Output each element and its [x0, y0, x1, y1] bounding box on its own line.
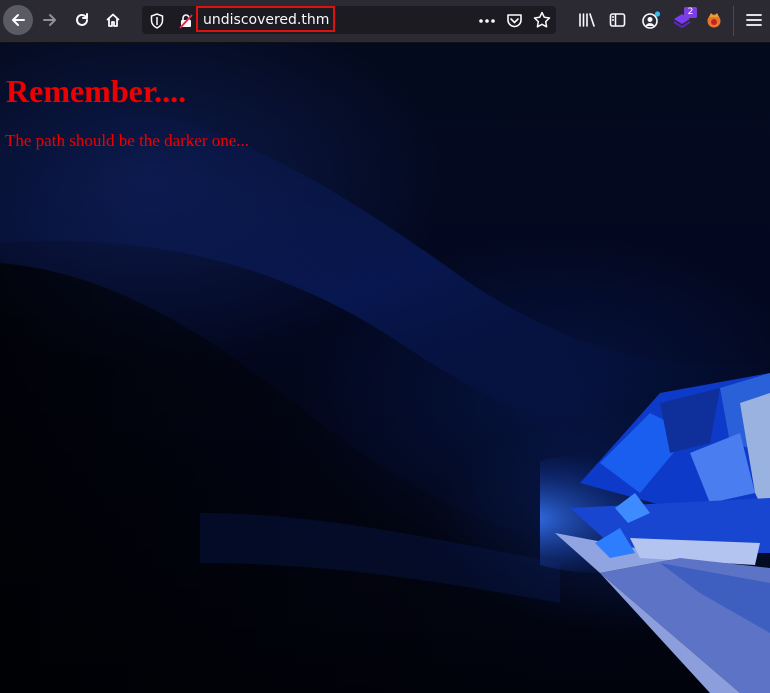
menu-icon[interactable]	[746, 13, 762, 27]
extension-badge: 2	[684, 7, 697, 18]
reload-icon	[76, 13, 88, 26]
pocket-icon[interactable]	[506, 12, 523, 29]
page-heading: Remember....	[6, 73, 187, 109]
url-text[interactable]: undiscovered.thm	[203, 11, 329, 29]
browser-toolbar: undiscovered.thm 2	[0, 0, 770, 43]
home-icon	[106, 13, 120, 27]
forward-arrow-icon	[43, 14, 56, 26]
back-button[interactable]	[3, 5, 33, 35]
sidebar-icon[interactable]	[609, 12, 626, 28]
reload-button[interactable]	[67, 5, 97, 35]
hint-text: The path should be the darker one...	[5, 131, 250, 150]
insecure-lock-icon[interactable]	[178, 13, 194, 29]
diamond-image	[540, 373, 770, 693]
page-viewport: Remember.... The path should be the dark…	[0, 43, 770, 693]
tracking-shield-icon[interactable]	[150, 13, 164, 29]
extension-fox-icon[interactable]	[705, 11, 723, 29]
home-button[interactable]	[98, 5, 128, 35]
bookmark-star-icon[interactable]	[533, 11, 551, 29]
back-arrow-icon	[12, 14, 25, 26]
library-icon[interactable]	[578, 12, 596, 28]
account-icon[interactable]	[641, 10, 661, 30]
more-actions-icon[interactable]	[478, 18, 496, 24]
toolbar-separator	[733, 6, 734, 36]
forward-button[interactable]	[35, 5, 65, 35]
